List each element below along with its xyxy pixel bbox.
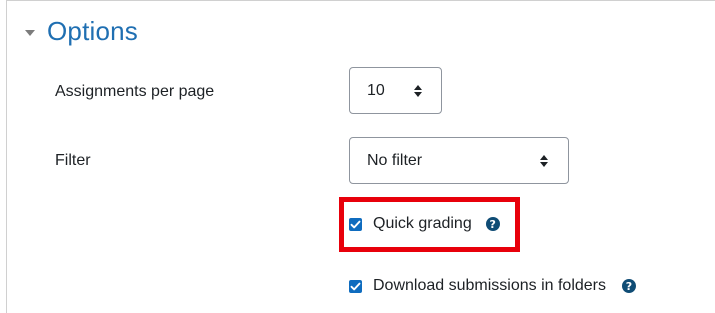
select-arrows-icon	[414, 84, 422, 97]
caret-down-icon	[25, 29, 35, 36]
options-collapse-toggle[interactable]: Options	[25, 16, 138, 47]
checkmark-icon	[350, 282, 361, 290]
assignments-per-page-label: Assignments per page	[55, 83, 215, 100]
download-in-folders-row: Download submissions in folders ?	[349, 277, 636, 295]
assignments-per-page-select[interactable]: 10	[349, 67, 442, 114]
download-in-folders-checkbox[interactable]	[349, 279, 362, 293]
assignments-per-page-value: 10	[367, 81, 385, 99]
options-fieldset: Options Assignments per page 10 Filter N…	[6, 0, 715, 313]
filter-select[interactable]: No filter	[349, 137, 569, 184]
options-heading: Options	[47, 16, 139, 46]
highlight-annotation	[339, 197, 520, 252]
select-arrows-icon	[540, 154, 548, 167]
filter-value: No filter	[367, 151, 423, 169]
download-in-folders-label[interactable]: Download submissions in folders	[373, 277, 606, 295]
question-circle-icon[interactable]: ?	[622, 279, 636, 293]
filter-label: Filter	[55, 152, 91, 169]
